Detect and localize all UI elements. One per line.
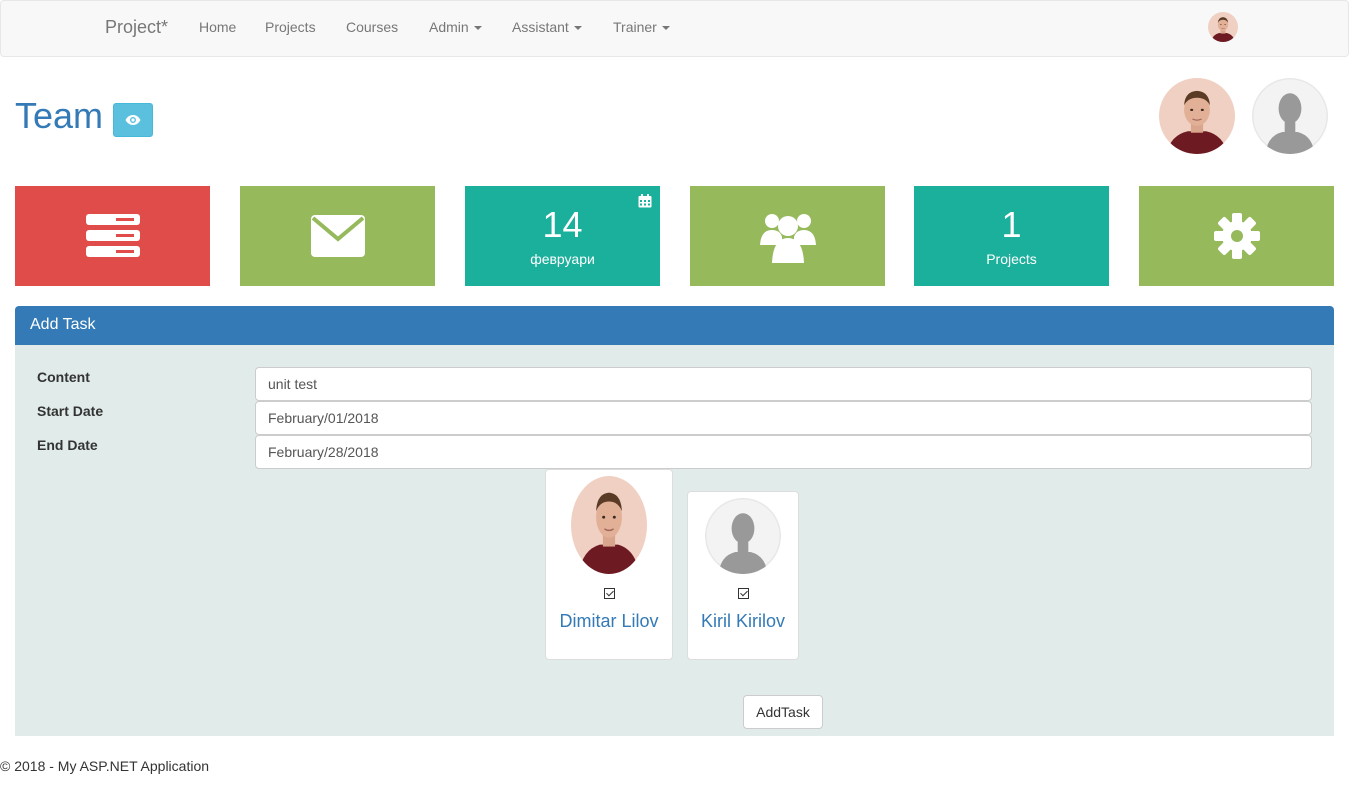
member-avatar xyxy=(705,498,781,574)
gear-icon xyxy=(1213,213,1260,259)
member-checkbox[interactable] xyxy=(737,588,749,599)
team-member-avatar[interactable] xyxy=(1159,78,1235,154)
projects-count: 1 xyxy=(1001,204,1022,245)
calendar-icon xyxy=(638,194,652,208)
member-name[interactable]: Dimitar Lilov xyxy=(559,611,658,632)
tile-projects[interactable]: 1 Projects xyxy=(914,186,1109,286)
caret-down-icon xyxy=(573,26,582,31)
nav-admin-dropdown[interactable]: Admin xyxy=(429,19,482,35)
tile-settings[interactable] xyxy=(1139,186,1334,286)
nav-courses[interactable]: Courses xyxy=(346,19,398,35)
add-task-button[interactable]: AddTask xyxy=(743,695,823,729)
member-card[interactable]: Dimitar Lilov xyxy=(545,469,673,660)
tile-day-number: 14 xyxy=(542,204,583,245)
content-label: Content xyxy=(37,369,90,385)
view-team-button[interactable] xyxy=(113,103,153,137)
navbar: Project* Home Projects Courses Admin Ass… xyxy=(0,0,1349,57)
page-title: Team xyxy=(15,95,104,136)
tile-tasks[interactable] xyxy=(15,186,210,286)
tile-month-label: февруари xyxy=(530,251,595,267)
member-avatar xyxy=(571,476,647,574)
member-name[interactable]: Kiril Kirilov xyxy=(701,611,785,632)
caret-down-icon xyxy=(661,26,670,31)
content-input[interactable] xyxy=(255,367,1312,401)
user-avatar[interactable] xyxy=(1208,12,1238,42)
panel-heading: Add Task xyxy=(15,306,1334,345)
tile-team[interactable] xyxy=(690,186,885,286)
eye-icon xyxy=(125,115,141,125)
footer-text: © 2018 - My ASP.NET Application xyxy=(0,758,210,774)
member-card[interactable]: Kiril Kirilov xyxy=(687,491,799,660)
nav-assistant-label: Assistant xyxy=(512,19,569,35)
brand-link[interactable]: Project* xyxy=(105,17,168,38)
end-date-input[interactable] xyxy=(255,435,1312,469)
start-date-label: Start Date xyxy=(37,403,104,419)
tile-calendar[interactable]: 14 февруари xyxy=(465,186,660,286)
projects-label: Projects xyxy=(986,251,1037,267)
nav-admin-label: Admin xyxy=(429,19,469,35)
envelope-icon xyxy=(310,215,365,257)
nav-trainer-label: Trainer xyxy=(613,19,657,35)
caret-down-icon xyxy=(473,26,482,31)
nav-trainer-dropdown[interactable]: Trainer xyxy=(613,19,670,35)
nav-projects[interactable]: Projects xyxy=(265,19,316,35)
team-member-avatar[interactable] xyxy=(1252,78,1328,154)
end-date-label: End Date xyxy=(37,437,98,453)
tile-messages[interactable] xyxy=(240,186,435,286)
start-date-input[interactable] xyxy=(255,401,1312,435)
users-icon xyxy=(759,214,816,263)
member-checkbox[interactable] xyxy=(603,588,615,599)
nav-assistant-dropdown[interactable]: Assistant xyxy=(512,19,582,35)
server-icon xyxy=(85,214,140,257)
nav-home[interactable]: Home xyxy=(199,19,236,35)
